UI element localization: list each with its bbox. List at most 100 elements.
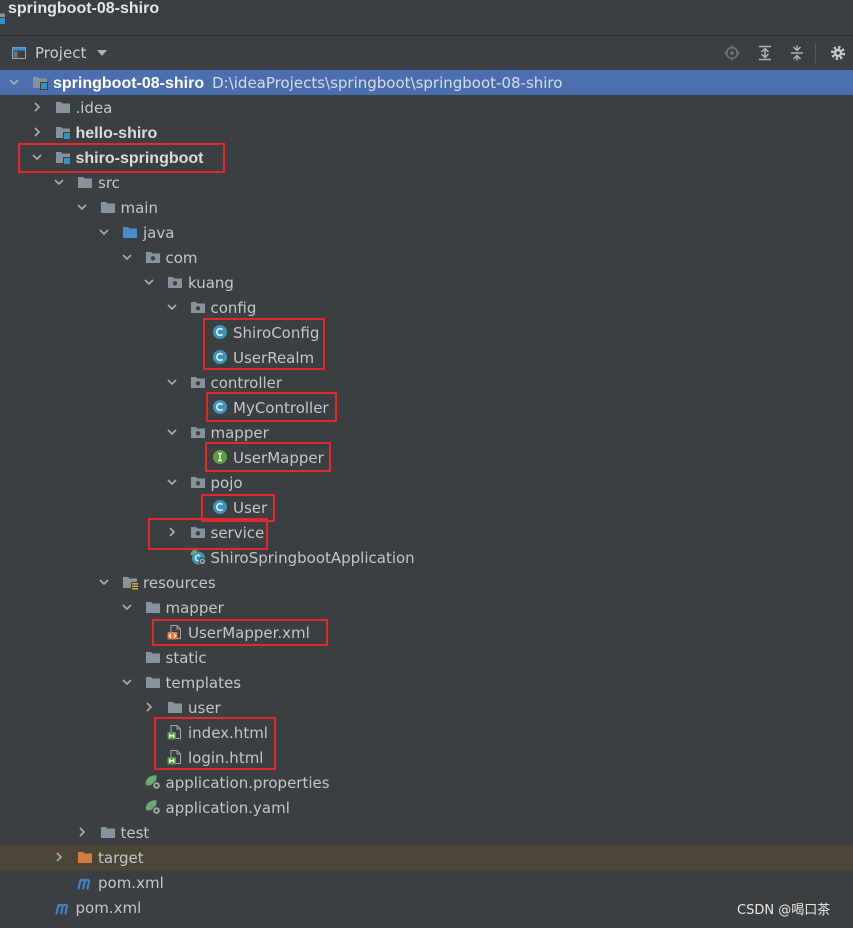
tree-row-text: service bbox=[211, 520, 265, 545]
tree-row-pom-xml[interactable]: pom.xml bbox=[0, 870, 853, 895]
chevron-down-icon[interactable] bbox=[120, 675, 134, 689]
tree-row-target[interactable]: target bbox=[0, 845, 853, 870]
chevron-down-icon[interactable] bbox=[165, 475, 179, 489]
window-title: springboot-08-shiro bbox=[8, 0, 160, 17]
tree-row-application-yaml[interactable]: application.yaml bbox=[0, 795, 853, 820]
tree-row-springboot-08-shiro[interactable]: springboot-08-shiro D:\ideaProjects\sprin… bbox=[0, 70, 853, 95]
tree-row-text: config bbox=[211, 295, 257, 320]
tree-row-pojo[interactable]: pojo bbox=[0, 470, 853, 495]
chevron-right-icon[interactable] bbox=[52, 850, 66, 864]
module-icon bbox=[55, 124, 71, 140]
chevron-down-icon[interactable] bbox=[75, 200, 89, 214]
dropdown-arrow-icon[interactable] bbox=[97, 50, 107, 57]
package-icon bbox=[190, 474, 206, 490]
tree-row-java[interactable]: java bbox=[0, 220, 853, 245]
view-selector[interactable]: Project bbox=[6, 39, 114, 67]
tree-row-text: .idea bbox=[76, 95, 113, 120]
collapse-all-icon[interactable] bbox=[789, 45, 805, 61]
chevron-right-icon[interactable] bbox=[30, 125, 44, 139]
chevron-down-icon[interactable] bbox=[165, 425, 179, 439]
package-icon bbox=[190, 524, 206, 540]
chevron-down-icon[interactable] bbox=[120, 250, 134, 264]
project-view-icon bbox=[11, 45, 27, 61]
tree-row-label: application.yaml bbox=[165, 799, 290, 817]
tree-row-text: target bbox=[98, 845, 144, 870]
tree-row-com[interactable]: com bbox=[0, 245, 853, 270]
tree-row-config[interactable]: config bbox=[0, 295, 853, 320]
tree-row-mapper[interactable]: mapper bbox=[0, 420, 853, 445]
tree-row-label: static bbox=[165, 649, 207, 667]
tree-row-service[interactable]: service bbox=[0, 520, 853, 545]
chevron-down-icon[interactable] bbox=[52, 175, 66, 189]
tree-row-label: pojo bbox=[210, 474, 243, 492]
tree-row-mapper-2[interactable]: mapper bbox=[0, 595, 853, 620]
chevron-down-icon[interactable] bbox=[97, 225, 111, 239]
tree-row-text: pojo bbox=[211, 470, 243, 495]
tree-row-controller[interactable]: controller bbox=[0, 370, 853, 395]
folder-icon bbox=[100, 199, 116, 215]
tree-row-text: src bbox=[98, 170, 120, 195]
tree-row-text: application.properties bbox=[166, 770, 330, 795]
tree-row-text: mapper bbox=[211, 420, 269, 445]
package-icon bbox=[190, 374, 206, 390]
tree-row-text: login.html bbox=[188, 745, 263, 770]
project-toolbar: Project bbox=[0, 36, 853, 70]
tree-row-text: application.yaml bbox=[166, 795, 290, 820]
tree-row-text: UserMapper.xml bbox=[188, 620, 310, 645]
folder-icon bbox=[167, 699, 183, 715]
locate-icon[interactable] bbox=[724, 45, 740, 61]
tree-row-text: ShiroSpringbootApplication bbox=[211, 545, 415, 570]
chevron-right-icon[interactable] bbox=[30, 100, 44, 114]
tree-row-src[interactable]: src bbox=[0, 170, 853, 195]
tree-row-test[interactable]: test bbox=[0, 820, 853, 845]
tree-row-hello-shiro[interactable]: hello-shiro bbox=[0, 120, 853, 145]
chevron-down-icon[interactable] bbox=[165, 300, 179, 314]
tree-row-shiro-springboot[interactable]: shiro-springboot bbox=[0, 145, 853, 170]
tree-row-label: UserMapper.xml bbox=[188, 624, 310, 642]
tree-row-templates[interactable]: templates bbox=[0, 670, 853, 695]
tree-row-application-properties[interactable]: application.properties bbox=[0, 770, 853, 795]
chevron-down-icon[interactable] bbox=[7, 75, 21, 89]
tree-row-label: main bbox=[120, 199, 158, 217]
tree-row-usermapper[interactable]: UserMapper bbox=[0, 445, 853, 470]
tree-row-path: D:\ideaProjects\springboot\springboot-08… bbox=[212, 74, 563, 92]
tree-row-text: templates bbox=[166, 670, 242, 695]
tree-row-label: target bbox=[98, 849, 144, 867]
chevron-right-icon[interactable] bbox=[75, 825, 89, 839]
tree-row-text: UserMapper bbox=[233, 445, 324, 470]
toolbar-separator bbox=[815, 43, 816, 63]
module-icon bbox=[0, 9, 5, 25]
tree-row-mycontroller[interactable]: MyController bbox=[0, 395, 853, 420]
tree-row-shirospringbootapplication[interactable]: ShiroSpringbootApplication bbox=[0, 545, 853, 570]
tree-row-user[interactable]: User bbox=[0, 495, 853, 520]
tree-row-idea[interactable]: .idea bbox=[0, 95, 853, 120]
chevron-down-icon[interactable] bbox=[165, 375, 179, 389]
project-tree: springboot-08-shiro D:\ideaProjects\sprin… bbox=[0, 70, 853, 928]
tree-row-resources[interactable]: resources bbox=[0, 570, 853, 595]
tree-row-text: User bbox=[233, 495, 267, 520]
gear-icon[interactable] bbox=[830, 45, 846, 61]
chevron-down-icon[interactable] bbox=[30, 150, 44, 164]
tree-row-label: controller bbox=[210, 374, 283, 392]
expand-all-icon[interactable] bbox=[757, 45, 773, 61]
tree-row-kuang[interactable]: kuang bbox=[0, 270, 853, 295]
tree-row-static[interactable]: static bbox=[0, 645, 853, 670]
tree-row-user-2[interactable]: user bbox=[0, 695, 853, 720]
tree-row-text: pom.xml bbox=[98, 870, 164, 895]
tree-row-label: index.html bbox=[188, 724, 268, 742]
chevron-down-icon[interactable] bbox=[142, 275, 156, 289]
tree-row-login-html[interactable]: login.html bbox=[0, 745, 853, 770]
tree-row-usermapper-xml[interactable]: UserMapper.xml bbox=[0, 620, 853, 645]
tree-row-pom-xml-2[interactable]: pom.xml bbox=[0, 895, 853, 920]
tree-row-userrealm[interactable]: UserRealm bbox=[0, 345, 853, 370]
chevron-down-icon[interactable] bbox=[97, 575, 111, 589]
chevron-right-icon[interactable] bbox=[142, 700, 156, 714]
chevron-right-icon[interactable] bbox=[165, 525, 179, 539]
tree-row-label: pom.xml bbox=[98, 874, 164, 892]
tree-row-main[interactable]: main bbox=[0, 195, 853, 220]
tree-row-shiroconfig[interactable]: ShiroConfig bbox=[0, 320, 853, 345]
tree-row-index-html[interactable]: index.html bbox=[0, 720, 853, 745]
folder-icon bbox=[100, 824, 116, 840]
chevron-down-icon[interactable] bbox=[120, 600, 134, 614]
tree-row-label: src bbox=[98, 174, 120, 192]
